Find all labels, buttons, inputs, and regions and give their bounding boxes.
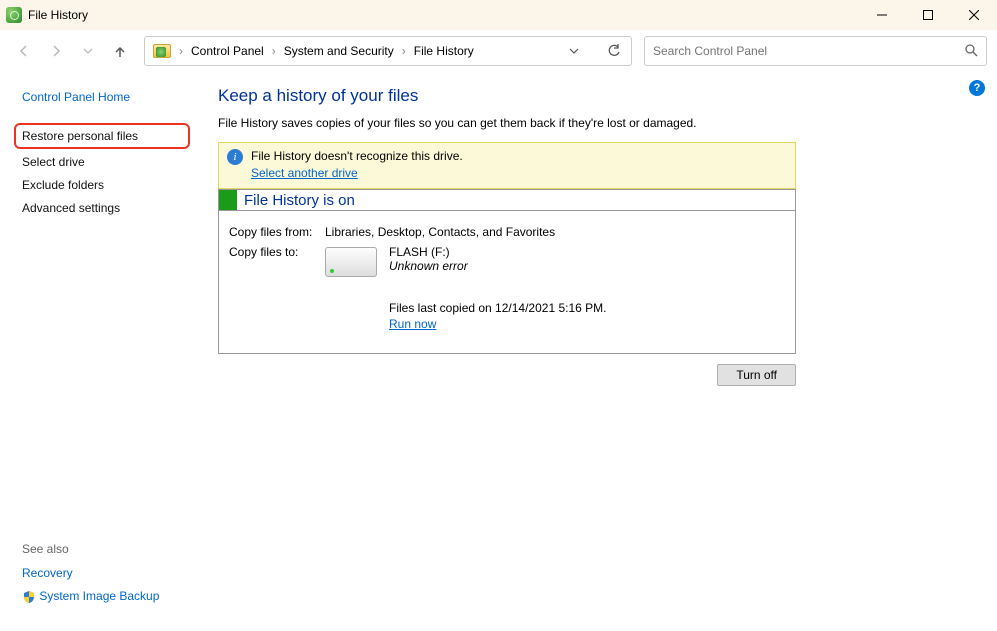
chevron-right-icon[interactable]: › bbox=[268, 37, 280, 65]
drive-icon bbox=[325, 247, 377, 277]
address-icon[interactable] bbox=[149, 37, 175, 65]
warning-box: i File History doesn't recognize this dr… bbox=[218, 142, 796, 189]
chevron-right-icon[interactable]: › bbox=[398, 37, 410, 65]
back-button[interactable] bbox=[10, 37, 38, 65]
sidebar-exclude-folders[interactable]: Exclude folders bbox=[22, 178, 190, 192]
breadcrumb-control-panel[interactable]: Control Panel bbox=[187, 37, 268, 65]
sidebar-select-drive[interactable]: Select drive bbox=[22, 155, 190, 169]
close-button[interactable] bbox=[951, 0, 997, 30]
folder-icon bbox=[153, 44, 171, 58]
copy-from-label: Copy files from: bbox=[229, 225, 325, 239]
drive-error: Unknown error bbox=[389, 259, 606, 273]
select-another-drive-link[interactable]: Select another drive bbox=[251, 166, 463, 180]
minimize-button[interactable] bbox=[859, 0, 905, 30]
search-input[interactable] bbox=[653, 44, 964, 58]
sidebar: Control Panel Home Restore personal file… bbox=[0, 72, 200, 631]
sidebar-restore-personal-files[interactable]: Restore personal files bbox=[22, 129, 180, 143]
refresh-button[interactable] bbox=[603, 37, 625, 65]
drive-name: FLASH (F:) bbox=[389, 245, 606, 259]
sidebar-item-label: System Image Backup bbox=[39, 589, 159, 603]
search-icon[interactable] bbox=[964, 43, 978, 60]
see-also-heading: See also bbox=[22, 542, 190, 556]
breadcrumb-file-history[interactable]: File History bbox=[410, 37, 478, 65]
last-copied-text: Files last copied on 12/14/2021 5:16 PM. bbox=[389, 301, 606, 315]
main-panel: ? Keep a history of your files File Hist… bbox=[200, 72, 997, 631]
search-box[interactable] bbox=[644, 36, 987, 66]
window-controls bbox=[859, 0, 997, 30]
sidebar-recovery[interactable]: Recovery bbox=[22, 566, 190, 580]
sidebar-advanced-settings[interactable]: Advanced settings bbox=[22, 201, 190, 215]
info-icon: i bbox=[227, 149, 243, 165]
status-title: File History is on bbox=[244, 192, 355, 209]
turn-off-button[interactable]: Turn off bbox=[717, 364, 796, 386]
chevron-right-icon[interactable]: › bbox=[175, 37, 187, 65]
title-bar: File History bbox=[0, 0, 997, 30]
navigation-bar: › Control Panel › System and Security › … bbox=[0, 30, 997, 72]
shield-icon bbox=[22, 590, 36, 604]
sidebar-control-panel-home[interactable]: Control Panel Home bbox=[22, 90, 190, 104]
copy-from-value: Libraries, Desktop, Contacts, and Favori… bbox=[325, 225, 555, 239]
page-heading: Keep a history of your files bbox=[218, 86, 969, 106]
help-icon[interactable]: ? bbox=[969, 80, 985, 96]
warning-text: File History doesn't recognize this driv… bbox=[251, 149, 463, 163]
status-box: File History is on Copy files from: Libr… bbox=[218, 189, 796, 354]
run-now-link[interactable]: Run now bbox=[389, 317, 606, 331]
page-description: File History saves copies of your files … bbox=[218, 116, 969, 130]
copy-to-label: Copy files to: bbox=[229, 245, 325, 331]
status-header: File History is on bbox=[219, 189, 795, 211]
highlight-restore-personal-files: Restore personal files bbox=[14, 123, 190, 149]
recent-dropdown[interactable] bbox=[74, 37, 102, 65]
forward-button[interactable] bbox=[42, 37, 70, 65]
sidebar-system-image-backup[interactable]: System Image Backup bbox=[22, 589, 190, 604]
address-bar[interactable]: › Control Panel › System and Security › … bbox=[144, 36, 632, 66]
breadcrumb-system-security[interactable]: System and Security bbox=[280, 37, 398, 65]
address-dropdown[interactable] bbox=[563, 37, 585, 65]
app-icon bbox=[6, 7, 22, 23]
maximize-button[interactable] bbox=[905, 0, 951, 30]
window-title: File History bbox=[28, 8, 88, 22]
up-button[interactable] bbox=[106, 37, 134, 65]
status-indicator-icon bbox=[219, 190, 237, 210]
content-area: Control Panel Home Restore personal file… bbox=[0, 72, 997, 631]
